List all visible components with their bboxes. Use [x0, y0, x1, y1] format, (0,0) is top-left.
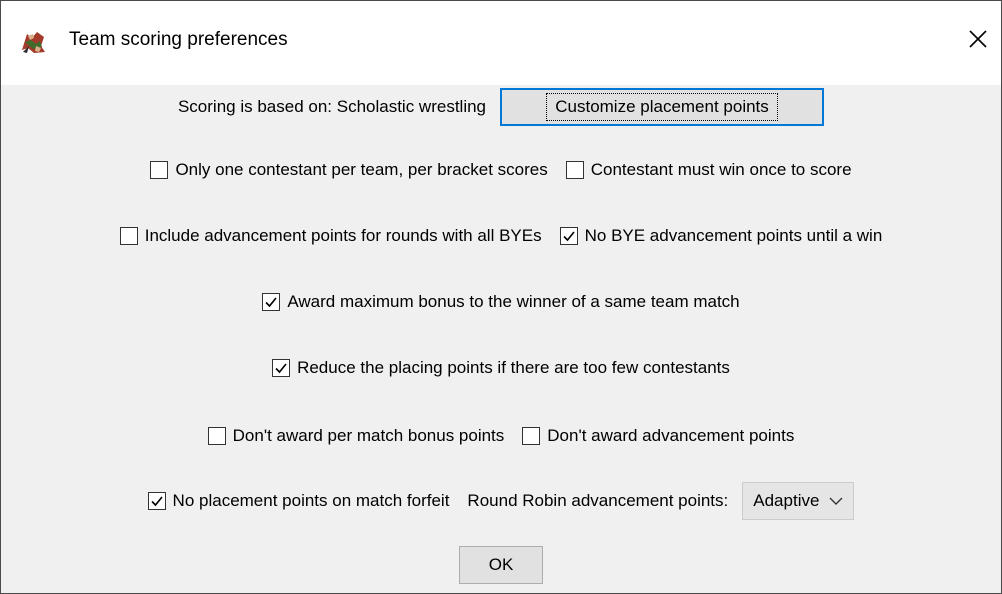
must-win-once-label: Contestant must win once to score: [590, 160, 852, 179]
no-per-match-bonus-label: Don't award per match bonus points: [232, 426, 505, 445]
options-row-1: Only one contestant per team, per bracke…: [1, 155, 1001, 185]
no-placement-forfeit-option[interactable]: No placement points on match forfeit: [147, 491, 450, 511]
reduce-placing-option[interactable]: Reduce the placing points if there are t…: [272, 358, 730, 378]
round-robin-select[interactable]: Adaptive: [742, 482, 855, 520]
max-bonus-same-team-checkbox[interactable]: [262, 293, 281, 311]
title-bar: Team scoring preferences: [1, 1, 1001, 85]
checkmark-icon: [265, 297, 277, 308]
options-row-2: Include advancement points for rounds wi…: [1, 221, 1001, 251]
must-win-once-option[interactable]: Contestant must win once to score: [565, 160, 852, 180]
ok-button[interactable]: OK: [459, 546, 543, 584]
options-row-6: No placement points on match forfeit Rou…: [1, 481, 1001, 521]
round-robin-label: Round Robin advancement points:: [467, 491, 729, 510]
chevron-down-icon: [829, 496, 843, 506]
no-advancement-checkbox[interactable]: [522, 427, 541, 445]
no-placement-forfeit-label: No placement points on match forfeit: [172, 491, 450, 510]
options-row-5: Don't award per match bonus points Don't…: [1, 421, 1001, 451]
no-placement-forfeit-checkbox[interactable]: [147, 492, 166, 510]
checkmark-icon: [563, 231, 575, 242]
checkmark-icon: [150, 496, 163, 507]
no-bye-until-win-option[interactable]: No BYE advancement points until a win: [559, 226, 883, 246]
checkmark-icon: [275, 363, 287, 374]
no-advancement-option[interactable]: Don't award advancement points: [522, 426, 794, 446]
customize-placement-points-button[interactable]: Customize placement points: [500, 88, 825, 126]
max-bonus-same-team-option[interactable]: Award maximum bonus to the winner of a s…: [262, 292, 740, 312]
include-bye-rounds-checkbox[interactable]: [119, 227, 138, 245]
wrestling-app-icon: [19, 28, 47, 56]
one-per-team-option[interactable]: Only one contestant per team, per bracke…: [150, 160, 548, 180]
reduce-placing-label: Reduce the placing points if there are t…: [297, 358, 730, 377]
no-per-match-bonus-checkbox[interactable]: [207, 427, 226, 445]
customize-button-label: Customize placement points: [546, 93, 778, 121]
ok-row: OK: [1, 546, 1001, 584]
round-robin-selected-value: Adaptive: [753, 491, 820, 510]
options-row-4: Reduce the placing points if there are t…: [1, 353, 1001, 383]
scoring-basis-label: Scoring is based on: Scholastic wrestlin…: [177, 97, 487, 116]
include-bye-rounds-label: Include advancement points for rounds wi…: [144, 226, 542, 245]
one-per-team-checkbox[interactable]: [150, 161, 169, 179]
scoring-row: Scoring is based on: Scholastic wrestlin…: [1, 88, 1001, 126]
close-button[interactable]: [955, 21, 1001, 61]
no-advancement-label: Don't award advancement points: [547, 426, 795, 445]
window-title: Team scoring preferences: [69, 29, 288, 50]
no-bye-until-win-label: No BYE advancement points until a win: [584, 226, 883, 245]
one-per-team-label: Only one contestant per team, per bracke…: [175, 160, 548, 179]
dialog-window: Team scoring preferences Scoring is base…: [0, 0, 1002, 594]
must-win-once-checkbox[interactable]: [565, 161, 584, 179]
no-bye-until-win-checkbox[interactable]: [559, 227, 578, 245]
max-bonus-same-team-label: Award maximum bonus to the winner of a s…: [287, 292, 740, 311]
reduce-placing-checkbox[interactable]: [272, 359, 291, 377]
no-per-match-bonus-option[interactable]: Don't award per match bonus points: [207, 426, 505, 446]
dialog-content: Scoring is based on: Scholastic wrestlin…: [1, 85, 1001, 593]
close-icon: [968, 29, 988, 54]
options-row-3: Award maximum bonus to the winner of a s…: [1, 287, 1001, 317]
include-bye-rounds-option[interactable]: Include advancement points for rounds wi…: [119, 226, 542, 246]
